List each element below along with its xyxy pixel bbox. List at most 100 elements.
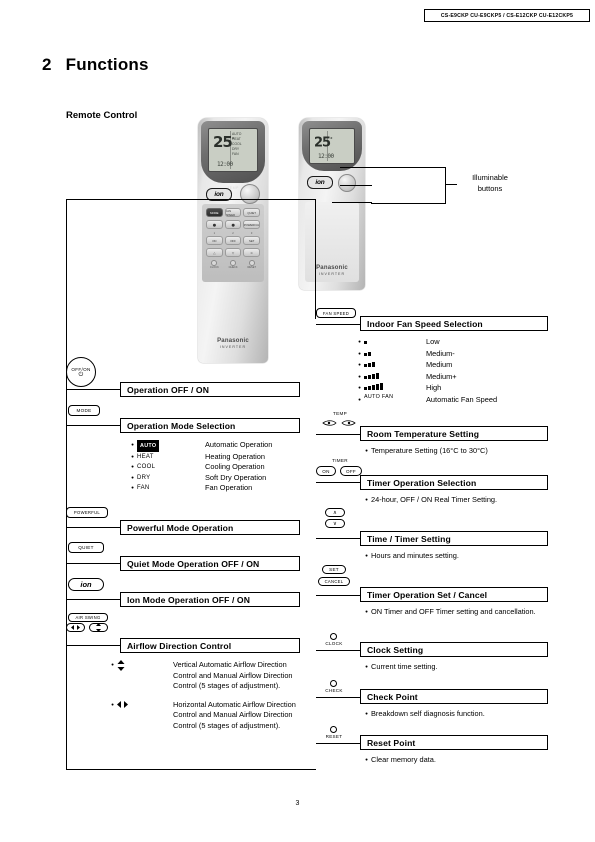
key-mode[interactable]: MODE <box>68 405 100 416</box>
key-ion[interactable]: ion <box>68 578 104 591</box>
fan-symbol-auto: AUTO FAN <box>364 393 394 400</box>
fan-bars-low <box>364 337 426 349</box>
callout-leader-top <box>340 167 372 168</box>
bullet-icon: • <box>358 360 361 369</box>
remote-top-shell-closed: 25° 12:00 <box>302 121 362 171</box>
leader-timer-set-cancel <box>316 595 360 596</box>
heading-operation-mode-selection: Operation Mode Selection <box>120 418 300 433</box>
vertical-arrow-symbol <box>117 660 173 674</box>
list-clock-setting: • Current time setting. <box>362 662 557 673</box>
key-set[interactable]: SET <box>322 565 346 574</box>
bullet-icon: • <box>358 383 361 392</box>
heading-powerful-mode: Powerful Mode Operation <box>120 520 300 535</box>
lcd-clock: 12:00 <box>217 161 233 168</box>
lcd-mode-list: AUTO HEAT COOL DRY FAN <box>232 132 242 156</box>
bullet-icon: • <box>131 462 134 471</box>
lcd-clock-closed: 12:00 <box>318 153 334 160</box>
heading-timer-operation-selection: Timer Operation Selection <box>360 475 548 490</box>
mode-text-cool: Cooling Operation <box>205 462 265 471</box>
key-clock-button[interactable] <box>330 633 337 640</box>
key-off-on[interactable]: OFF/ON ⏻ <box>66 357 96 387</box>
mode-symbol-fan: FAN <box>137 485 150 491</box>
key-reset-button[interactable] <box>330 726 337 733</box>
key-air-swing-vertical[interactable] <box>89 623 108 632</box>
leader-clock <box>316 650 360 651</box>
key-fan-speed[interactable]: FAN SPEED <box>316 308 356 318</box>
heading-clock-setting: Clock Setting <box>360 642 548 657</box>
mode-text-auto: Automatic Operation <box>205 440 273 449</box>
remote-lcd-display: 25° 12:00 AUTO HEAT COOL DRY FAN <box>208 128 258 172</box>
list-item: • Breakdown self diagnosis function. <box>362 709 557 720</box>
list-check-point: • Breakdown self diagnosis function. <box>362 709 557 720</box>
heading-timer-operation-set-cancel: Timer Operation Set / Cancel <box>360 587 548 602</box>
key-temp-label: TEMP <box>333 411 347 416</box>
illuminable-buttons-label: Illuminable buttons <box>455 172 525 194</box>
list-item: • HEAT Heating Operation <box>128 452 313 463</box>
bullet-icon: • <box>358 371 361 381</box>
page-number: 3 <box>295 800 300 807</box>
leader-check <box>316 697 360 698</box>
check-point-text: Breakdown self diagnosis function. <box>371 709 485 718</box>
callout-label-line2: buttons <box>477 184 503 193</box>
vertical-arrows-icon <box>96 623 101 632</box>
lcd-temperature: 25° <box>213 133 234 151</box>
list-item: • Hours and minutes setting. <box>362 551 557 562</box>
bullet-icon: • <box>131 451 134 461</box>
fan-text-medium-plus: Medium+ <box>426 371 457 381</box>
remote-power-button-closed[interactable] <box>338 174 356 192</box>
bullet-icon: • <box>365 755 368 764</box>
remote-ion-button-closed[interactable]: ion <box>307 176 333 189</box>
key-up-arrow[interactable]: ∧ <box>325 508 345 517</box>
leader-ion <box>66 599 120 600</box>
leader-timer <box>316 482 360 483</box>
heading-time-timer-setting: Time / Timer Setting <box>360 531 548 546</box>
key-air-swing-horizontal[interactable] <box>66 623 85 632</box>
fan-text-low: Low <box>426 337 440 346</box>
bullet-icon: • <box>365 446 368 455</box>
illuminable-buttons-bracket <box>371 167 446 204</box>
bullet-icon: • <box>111 699 114 709</box>
page-title: 2 Functions <box>42 55 149 75</box>
key-check-button[interactable] <box>330 680 337 687</box>
key-timer-off[interactable]: OFF <box>340 466 362 476</box>
bullet-icon: • <box>365 607 368 616</box>
list-item: • DRY Soft Dry Operation <box>128 473 313 484</box>
remote-top-shell: 25° 12:00 AUTO HEAT COOL DRY FAN TEMP <box>201 121 265 190</box>
key-quiet[interactable]: QUIET <box>68 542 104 553</box>
key-down-arrow[interactable]: ∨ <box>325 519 345 528</box>
list-item: • AUTO Automatic Operation <box>128 440 313 452</box>
key-check-label: CHECK <box>325 688 343 693</box>
list-item: • Medium+ <box>355 372 555 384</box>
fan-text-auto: Automatic Fan Speed <box>426 394 498 404</box>
key-timer-on[interactable]: ON <box>316 466 336 476</box>
fan-bar-icon <box>364 372 379 379</box>
fan-bars-medium-plus <box>364 372 426 384</box>
reset-point-text: Clear memory data. <box>371 755 436 764</box>
list-fan-speeds: • Low • Medium- • Medium • Medium+ • Hig… <box>355 337 555 405</box>
heading-reset-point: Reset Point <box>360 735 548 750</box>
callout-label-line1: Illuminable <box>472 173 508 182</box>
list-airflow-direction: • Vertical Automatic Airflow Direction C… <box>108 660 308 731</box>
list-item: • ON Timer and OFF Timer setting and can… <box>362 607 547 618</box>
key-cancel[interactable]: CANCEL <box>318 577 350 586</box>
horizontal-arrow-symbol <box>117 700 173 713</box>
leader-temp <box>316 434 360 435</box>
list-reset-point: • Clear memory data. <box>362 755 557 766</box>
list-temperature: • Temperature Setting (16°C to 30°C) <box>362 446 557 457</box>
key-air-swing[interactable]: AIR SWING <box>68 613 108 622</box>
bullet-icon: • <box>358 394 361 404</box>
lcd-temperature-closed: 25° <box>314 135 332 151</box>
bullet-icon: • <box>365 551 368 560</box>
key-timer-label: TIMER <box>332 458 348 463</box>
key-temp-rocker[interactable] <box>322 419 358 428</box>
fan-bar-icon <box>364 383 383 390</box>
horizontal-arrows-icon <box>117 700 128 708</box>
bullet-icon: • <box>358 348 361 358</box>
heading-indoor-fan-speed: Indoor Fan Speed Selection <box>360 316 548 331</box>
horizontal-arrows-icon <box>71 625 80 630</box>
vertical-arrows-icon <box>117 660 125 671</box>
heading-room-temperature-setting: Room Temperature Setting <box>360 426 548 441</box>
list-item: • 24-hour, OFF / ON Real Timer Setting. <box>362 495 557 506</box>
key-powerful[interactable]: POWERFUL <box>66 507 108 518</box>
model-code-header: CS-E9CKP CU-E9CKP5 / CS-E12CKP CU-E12CKP… <box>424 9 590 22</box>
